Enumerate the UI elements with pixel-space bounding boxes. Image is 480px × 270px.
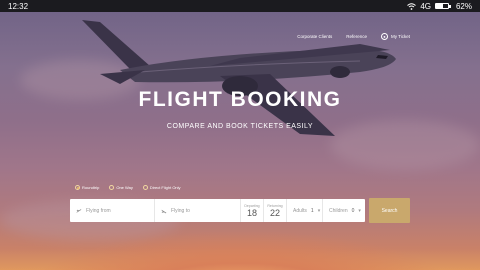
children-label: Children <box>329 207 348 214</box>
chevron-down-icon: ▾ <box>358 207 361 214</box>
flight-search-form: Flying from Flying to Departing 18 Retur… <box>70 199 365 222</box>
flying-to-placeholder: Flying to <box>171 207 190 214</box>
returning-date-field[interactable]: Returning 22 <box>264 199 287 222</box>
status-bar: 12:32 4G 62% <box>0 0 480 12</box>
nav-reference[interactable]: Reference <box>346 34 367 39</box>
nav-my-ticket-label: My Ticket <box>390 34 410 39</box>
flying-from-field[interactable]: Flying from <box>70 199 155 222</box>
trip-type-label: Direct Flight Only <box>149 185 181 190</box>
children-value: 0 <box>351 207 355 214</box>
radio-button[interactable] <box>109 185 115 190</box>
wifi-icon <box>407 2 417 10</box>
top-navigation: Corporate Clients Reference ● My Ticket <box>297 33 410 40</box>
flying-to-field[interactable]: Flying to <box>155 199 241 222</box>
status-time: 12:32 <box>8 1 29 11</box>
plane-landing-icon <box>161 209 167 213</box>
battery-icon <box>434 3 451 9</box>
adults-value: 1 <box>310 207 314 214</box>
network-type: 4G <box>420 1 431 11</box>
trip-type-label: Roundtrip <box>82 185 100 190</box>
battery-level: 62% <box>455 1 472 11</box>
departing-date-field[interactable]: Departing 18 <box>241 199 264 222</box>
adults-label: Adults <box>293 207 307 214</box>
nav-my-ticket[interactable]: ● My Ticket <box>380 33 410 40</box>
chevron-down-icon: ▾ <box>317 207 321 214</box>
plane-takeoff-icon <box>76 208 82 213</box>
trip-type-roundtrip[interactable]: Roundtrip <box>75 185 99 190</box>
radio-button[interactable] <box>142 185 148 190</box>
user-icon: ● <box>380 33 388 40</box>
trip-type-options: Roundtrip One Way Direct Flight Only <box>75 185 181 190</box>
flying-from-placeholder: Flying from <box>86 207 111 214</box>
adults-select[interactable]: Adults 1 ▾ <box>287 199 323 222</box>
search-button[interactable]: Search <box>369 198 410 223</box>
trip-type-direct-flight[interactable]: Direct Flight Only <box>142 185 181 190</box>
page-subtitle: COMPARE AND BOOK TICKETS EASILY <box>166 123 314 130</box>
radio-button[interactable] <box>75 185 80 190</box>
returning-day: 22 <box>269 207 280 218</box>
children-select[interactable]: Children 0 ▾ <box>323 199 365 222</box>
page-title: FLIGHT BOOKING <box>138 88 342 111</box>
trip-type-one-way[interactable]: One Way <box>109 185 133 190</box>
trip-type-label: One Way <box>116 185 133 190</box>
departing-day: 18 <box>246 207 257 218</box>
nav-corporate-clients[interactable]: Corporate Clients <box>297 34 332 39</box>
